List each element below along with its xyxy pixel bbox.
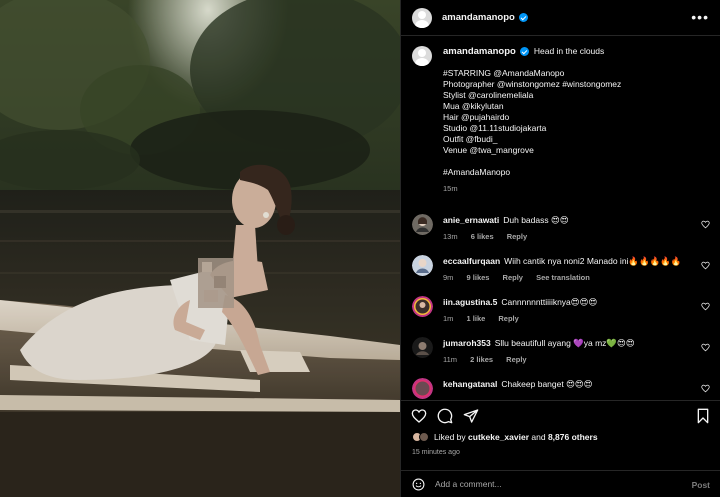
- comment-username[interactable]: eccaalfurqaan: [443, 256, 500, 266]
- commenter-avatar[interactable]: [412, 214, 433, 235]
- comment-time: 1m: [443, 314, 454, 323]
- comment-time: 9m: [443, 273, 454, 282]
- share-icon[interactable]: [463, 408, 479, 424]
- comment-likes[interactable]: 1 like: [467, 314, 486, 323]
- verified-icon: [519, 47, 529, 56]
- comment-item: anie_ernawati Duh badass 😍😍 13m 6 likes R…: [412, 212, 712, 253]
- comment-username[interactable]: kehangatanal: [443, 379, 497, 389]
- author-username[interactable]: amandamanopo: [442, 12, 515, 23]
- comment-heart-icon[interactable]: [701, 384, 710, 393]
- comment-likes[interactable]: 9 likes: [467, 273, 490, 282]
- caption-line: #STARRING @AmandaManopo: [443, 68, 565, 78]
- photo-illustration: [0, 0, 400, 497]
- comment-text: Duh badass 😍😍: [503, 215, 569, 225]
- add-comment-input[interactable]: [435, 479, 675, 489]
- caption-line: Hair @pujahairdo: [443, 112, 510, 122]
- more-icon[interactable]: •••: [691, 10, 709, 24]
- caption-line: Venue @twa_mangrove: [443, 145, 534, 155]
- comment-icon[interactable]: [437, 408, 453, 424]
- comment-heart-icon[interactable]: [701, 220, 710, 229]
- caption-credits: #STARRING @AmandaManopo Photographer @wi…: [443, 68, 712, 178]
- posted-time: 15 minutes ago: [412, 449, 460, 456]
- comment-reply-button[interactable]: Reply: [507, 232, 527, 241]
- verified-icon: [518, 13, 528, 22]
- caption-line: Outfit @fbudi_: [443, 134, 498, 144]
- comment-reply-button[interactable]: Reply: [506, 355, 526, 364]
- caption-line: Mua @kikylutan: [443, 101, 504, 111]
- commenter-avatar[interactable]: [412, 337, 433, 358]
- comment-username[interactable]: anie_ernawati: [443, 215, 499, 225]
- comment-heart-icon[interactable]: [701, 261, 710, 270]
- comment-item: kehangatanal Chakeep banget 😍😍😍: [412, 376, 712, 400]
- liker-avatar: [419, 432, 429, 442]
- comment-item: iin.agustina.5 Cannnnnnttiiiiknya😍😍😍 1m 1…: [412, 294, 712, 335]
- comment-text: Chakeep banget 😍😍😍: [501, 379, 593, 389]
- comment-username[interactable]: jumaroh353: [443, 338, 491, 348]
- see-translation-link[interactable]: See translation: [536, 273, 590, 282]
- caption-author-avatar[interactable]: [412, 46, 432, 66]
- comment-heart-icon[interactable]: [701, 302, 710, 311]
- post-header: amandamanopo •••: [401, 0, 720, 36]
- author-avatar[interactable]: [412, 7, 432, 28]
- comment-reply-button[interactable]: Reply: [498, 314, 518, 323]
- bookmark-icon[interactable]: [695, 408, 711, 424]
- caption-line: Photographer @winstongomez #winstongomez: [443, 79, 622, 89]
- comment-item: eccaalfurqaan Wiih cantik nya noni2 Manad…: [412, 253, 712, 294]
- comments-list[interactable]: anie_ernawati Duh badass 😍😍 13m 6 likes R…: [412, 212, 712, 400]
- comment-text: Sllu beautifull ayang 💜ya mz💚😍😍: [494, 338, 635, 348]
- post-photo[interactable]: [0, 0, 400, 497]
- commenter-avatar[interactable]: [412, 378, 433, 399]
- comment-reply-button[interactable]: Reply: [503, 273, 523, 282]
- likes-middle: and: [531, 432, 546, 442]
- caption-line: Studio @11.11studiojakarta: [443, 123, 547, 133]
- comment-heart-icon[interactable]: [701, 343, 710, 352]
- comment-time: 11m: [443, 355, 458, 364]
- likes-others[interactable]: 8,876 others: [548, 432, 598, 442]
- heart-icon[interactable]: [411, 408, 427, 424]
- caption-hashtag[interactable]: #AmandaManopo: [443, 167, 712, 178]
- comment-text: Wiih cantik nya noni2 Manado ini🔥🔥🔥🔥🔥: [504, 256, 682, 266]
- post-actions: [401, 400, 720, 430]
- liker-username[interactable]: cutkeke_xavier: [468, 432, 529, 442]
- commenter-avatar[interactable]: [412, 255, 433, 276]
- post-side-panel: amandamanopo ••• amandamanopo Head in th…: [400, 0, 720, 497]
- likes-summary[interactable]: Liked by cutkeke_xavier and 8,876 others: [412, 432, 598, 442]
- comment-likes[interactable]: 6 likes: [471, 232, 494, 241]
- add-comment-bar: Post: [401, 470, 720, 497]
- post-caption: amandamanopo Head in the clouds #STARRIN…: [412, 46, 712, 194]
- comment-item: jumaroh353 Sllu beautifull ayang 💜ya mz💚😍…: [412, 335, 712, 376]
- caption-title: Head in the clouds: [533, 46, 605, 56]
- likes-prefix: Liked by: [434, 432, 466, 442]
- caption-author-username[interactable]: amandamanopo: [443, 46, 516, 57]
- comment-text: Cannnnnnttiiiiknya😍😍😍: [501, 297, 598, 307]
- post-comment-button[interactable]: Post: [692, 480, 710, 490]
- comment-time: 13m: [443, 232, 458, 241]
- comment-username[interactable]: iin.agustina.5: [443, 297, 497, 307]
- emoji-icon[interactable]: [412, 478, 425, 491]
- caption-line: Stylist @carolinemeliala: [443, 90, 534, 100]
- commenter-avatar[interactable]: [412, 296, 433, 317]
- caption-time: 15m: [443, 184, 458, 193]
- comment-likes[interactable]: 2 likes: [470, 355, 493, 364]
- instagram-post-view: amandamanopo ••• amandamanopo Head in th…: [0, 0, 720, 497]
